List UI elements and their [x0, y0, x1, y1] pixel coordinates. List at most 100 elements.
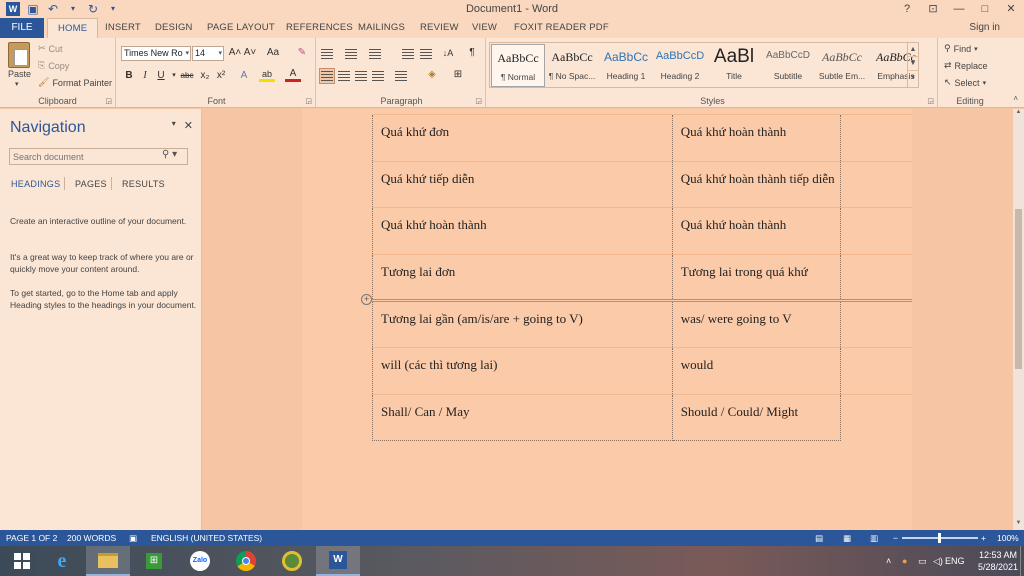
app-icon[interactable]	[270, 546, 314, 576]
tab-foxit-reader-pdf[interactable]: FOXIT READER PDF	[514, 18, 609, 38]
tab-file[interactable]: FILE	[0, 18, 44, 38]
styles-more-icon[interactable]: ▾	[908, 71, 918, 85]
styles-launcher-icon[interactable]: ◲	[927, 97, 934, 105]
past-tense-cell[interactable]: Quá khứ hoàn thành	[672, 114, 841, 162]
tab-headings[interactable]: HEADINGS	[11, 179, 60, 189]
empty-cell[interactable]	[840, 299, 912, 348]
copy-button[interactable]: ⎘ Copy	[38, 60, 69, 71]
present-tense-cell[interactable]: Tương lai đơn	[372, 253, 673, 301]
vertical-scrollbar[interactable]: ▲ ▼	[1013, 109, 1024, 530]
read-mode-icon[interactable]: ▤	[815, 530, 823, 546]
show-hidden-icons[interactable]: ˄	[886, 546, 891, 576]
present-tense-cell[interactable]: Tương lai gần (am/is/are + going to V)	[372, 299, 673, 348]
highlight-button[interactable]: ab	[259, 68, 275, 82]
sort-button[interactable]: ↓A	[440, 45, 456, 61]
tab-review[interactable]: REVIEW	[420, 18, 459, 38]
zoom-out-button[interactable]: −	[893, 530, 898, 546]
scroll-thumb[interactable]	[1015, 209, 1022, 369]
font-size-combo[interactable]: 14 ▾	[192, 46, 224, 61]
tray-app-icon[interactable]: ●	[902, 546, 907, 576]
align-right-icon[interactable]	[354, 69, 368, 83]
present-tense-cell[interactable]: will (các thì tương lai)	[372, 346, 673, 395]
proofing-icon[interactable]: ▣	[129, 530, 137, 546]
font-color-button[interactable]: A	[285, 68, 301, 82]
ribbon-display-options-icon[interactable]: ⊡	[920, 0, 946, 18]
scroll-down-icon[interactable]: ▼	[1013, 520, 1024, 530]
increase-indent-icon[interactable]	[419, 47, 433, 61]
undo-dropdown-icon[interactable]: ▾	[66, 2, 80, 16]
redo-icon[interactable]: ↻	[86, 2, 100, 16]
tab-design[interactable]: DESIGN	[155, 18, 193, 38]
tab-pages[interactable]: PAGES	[75, 179, 107, 189]
select-button[interactable]: ↖ Select ▾	[944, 77, 986, 88]
style-no-spacing[interactable]: AaBbCc ¶ No Spac...	[545, 44, 599, 87]
minimize-button[interactable]: —	[946, 0, 972, 18]
print-layout-icon[interactable]: ▦	[843, 530, 851, 546]
style-title[interactable]: AaBl Title	[707, 44, 761, 87]
tab-page-layout[interactable]: PAGE LAYOUT	[207, 18, 275, 38]
font-size-dropdown-icon[interactable]: ▾	[218, 47, 222, 60]
subscript-button[interactable]: x₂	[197, 68, 213, 84]
file-explorer-icon[interactable]	[86, 546, 130, 576]
change-case-button[interactable]: Aa	[263, 45, 283, 61]
font-family-combo[interactable]: Times New Ro ▾	[121, 46, 191, 61]
find-button[interactable]: ⚲ Find ▾	[944, 43, 978, 54]
shading-icon[interactable]: ◈	[424, 67, 440, 83]
scroll-up-icon[interactable]: ▲	[1013, 109, 1024, 119]
italic-button[interactable]: I	[137, 68, 153, 84]
tab-references[interactable]: REFERENCES	[286, 18, 353, 38]
bullets-icon[interactable]	[320, 47, 334, 61]
style-subtle-emphasis[interactable]: AaBbCc Subtle Em...	[815, 44, 869, 87]
past-tense-cell[interactable]: Quá khứ hoàn thành	[672, 207, 841, 255]
tab-view[interactable]: VIEW	[472, 18, 497, 38]
past-tense-cell[interactable]: Should / Could/ Might	[672, 393, 841, 442]
clear-formatting-icon[interactable]: ✎	[294, 45, 310, 61]
shrink-font-button[interactable]: A˅	[242, 45, 258, 61]
close-pane-icon[interactable]: ✕	[184, 119, 193, 132]
input-language[interactable]: ENG	[945, 546, 965, 576]
strikethrough-button[interactable]: abc	[178, 68, 196, 84]
style-subtitle[interactable]: AaBbCcD Subtitle	[761, 44, 815, 87]
collapse-ribbon-icon[interactable]: ˄	[1013, 94, 1018, 103]
decrease-indent-icon[interactable]	[401, 47, 415, 61]
empty-cell[interactable]	[840, 346, 912, 395]
clipboard-launcher-icon[interactable]: ◲	[105, 97, 112, 105]
close-button[interactable]: ✕	[998, 0, 1024, 18]
show-desktop-button[interactable]	[1020, 546, 1024, 576]
paste-dropdown-icon[interactable]: ▾	[15, 80, 19, 88]
paste-button[interactable]: Paste	[8, 69, 31, 79]
undo-icon[interactable]: ↶	[46, 2, 60, 16]
tab-mailings[interactable]: MAILINGS	[358, 18, 405, 38]
table-move-handle-icon[interactable]: +	[361, 294, 372, 305]
present-tense-cell[interactable]: Quá khứ hoàn thành	[372, 207, 673, 255]
tense-table[interactable]: Quá khứ đơn Quá khứ hoàn thành Quá khứ tiế…	[372, 114, 912, 442]
empty-cell[interactable]	[840, 253, 912, 301]
past-tense-cell[interactable]: was/ were going to V	[672, 299, 841, 348]
style-heading-2[interactable]: AaBbCcD Heading 2	[653, 44, 707, 87]
word-count[interactable]: 200 WORDS	[67, 530, 116, 546]
present-tense-cell[interactable]: Shall/ Can / May	[372, 393, 673, 442]
tab-insert[interactable]: INSERT	[105, 18, 141, 38]
zoom-level[interactable]: 100%	[997, 530, 1019, 546]
empty-cell[interactable]	[840, 393, 912, 441]
tab-results[interactable]: RESULTS	[122, 179, 165, 189]
styles-scroll-up-icon[interactable]: ▲	[908, 43, 918, 57]
chrome-icon[interactable]	[224, 546, 268, 576]
empty-cell[interactable]	[840, 207, 912, 255]
font-launcher-icon[interactable]: ◲	[305, 97, 312, 105]
system-clock[interactable]: 12:53 AM 5/28/2021	[978, 549, 1018, 573]
tab-home[interactable]: HOME	[47, 18, 99, 38]
sign-in-link[interactable]: Sign in	[969, 18, 1000, 38]
align-left-icon[interactable]	[319, 68, 335, 84]
multilevel-list-icon[interactable]	[368, 47, 382, 61]
format-painter-button[interactable]: 🖌 Format Painter	[38, 77, 112, 88]
page-count[interactable]: PAGE 1 OF 2	[6, 530, 57, 546]
style-heading-1[interactable]: AaBbCc Heading 1	[599, 44, 653, 87]
paste-icon[interactable]	[8, 42, 30, 68]
network-icon[interactable]: ▭	[918, 546, 927, 576]
volume-icon[interactable]: ◁)	[933, 546, 943, 576]
styles-scroll-down-icon[interactable]: ▼	[908, 57, 918, 71]
align-center-icon[interactable]	[337, 69, 351, 83]
superscript-button[interactable]: x²	[213, 68, 229, 84]
start-button[interactable]	[0, 546, 44, 576]
